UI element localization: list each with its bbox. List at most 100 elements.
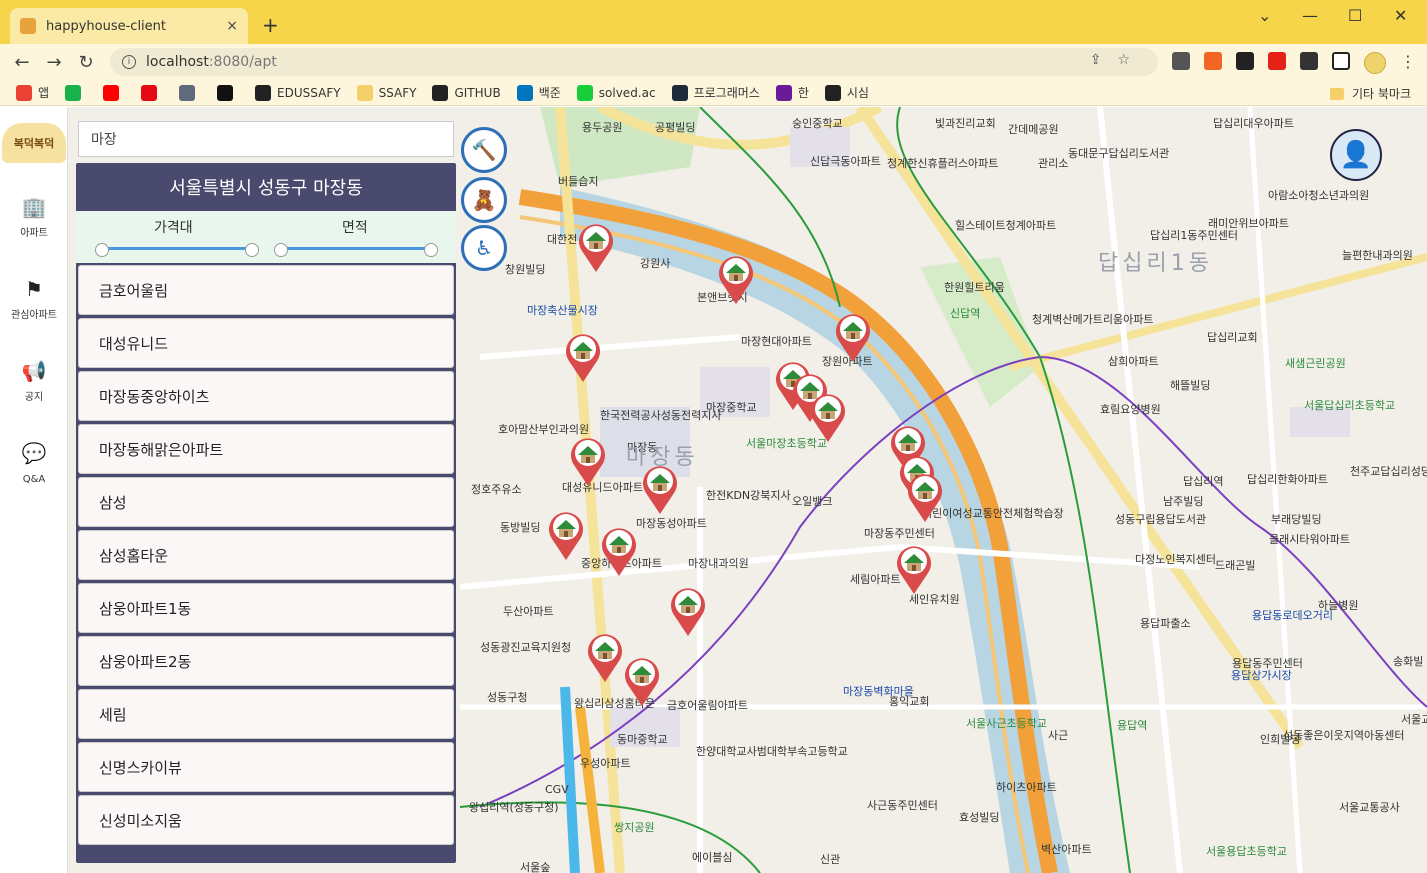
bookmark-item[interactable]	[217, 84, 239, 101]
bookmark-item[interactable]	[141, 84, 163, 101]
logo[interactable]: 복덕복덕	[2, 123, 66, 163]
browser-toolbar: ← → ↻ i localhost:8080/apt ⇪☆ ⋮	[0, 44, 1427, 80]
wheelchair-button[interactable]: ♿	[461, 225, 507, 271]
bookmark-item[interactable]: GITHUB	[432, 84, 501, 101]
bookmark-item[interactable]: 프로그래머스	[671, 84, 760, 101]
minimize-button[interactable]: —	[1302, 6, 1318, 25]
map-label: 드래곤빌	[1215, 559, 1256, 572]
search-input[interactable]: 마장	[78, 121, 454, 157]
apartment-map-marker[interactable]	[808, 391, 848, 443]
maximize-button[interactable]: ☐	[1348, 6, 1362, 25]
price-slider-min-handle[interactable]	[95, 243, 109, 257]
bookmark-item[interactable]	[179, 84, 201, 101]
price-slider[interactable]	[102, 247, 252, 250]
map-label: 한양대학교사범대학부속고등학교	[696, 745, 848, 758]
extension-icon[interactable]	[1268, 52, 1286, 70]
share-star-icon[interactable]: ⇪☆	[1090, 52, 1146, 68]
area-slider[interactable]	[281, 247, 431, 250]
menu-icon[interactable]: ⋮	[1400, 52, 1416, 74]
apartment-map-marker[interactable]	[576, 221, 616, 273]
chat-icon: 💬	[21, 441, 47, 465]
bookmark-item[interactable]	[65, 84, 87, 101]
area-slider-min-handle[interactable]	[274, 243, 288, 257]
apartment-map-marker[interactable]	[622, 655, 662, 707]
hammer-button[interactable]: 🔨	[461, 127, 507, 173]
folder-icon	[1329, 87, 1344, 100]
apartment-list-item[interactable]: 신명스카이뷰	[78, 742, 454, 792]
apartment-map-marker[interactable]	[894, 543, 934, 595]
chevron-down-icon[interactable]: ⌄	[1258, 6, 1271, 25]
apartment-map-marker[interactable]	[546, 509, 586, 561]
app-root: 용두공원 공평빌딩 숭인중학교 빛과진리교회 간데메공원 답십리대우아파트 신답극동아파트 청…	[0, 107, 1427, 873]
map-label: 청계한신휴플러스아파트	[887, 157, 999, 170]
apartment-list-item[interactable]: 삼웅아파트1동	[78, 583, 454, 633]
bookmark-other-label: 기타 북마크	[1351, 87, 1411, 101]
bookmark-item[interactable]	[103, 84, 125, 101]
map-label: 아람소아청소년과의원	[1268, 189, 1370, 202]
apartment-list-item[interactable]: 금호어울림	[78, 265, 454, 315]
bookmark-label: 한	[797, 86, 809, 100]
bookmark-icon	[65, 84, 82, 101]
browser-tab[interactable]: happyhouse-client ×	[10, 8, 248, 44]
apartment-map-marker[interactable]	[716, 253, 756, 305]
puzzle-icon[interactable]	[1300, 52, 1318, 70]
extension-icon[interactable]	[1204, 52, 1222, 70]
reload-icon[interactable]: ↻	[70, 52, 102, 73]
apartment-list-item[interactable]: 신성미소지움	[78, 795, 454, 845]
bookmark-item[interactable]: solved.ac	[576, 84, 656, 101]
apartment-map-marker[interactable]	[563, 331, 603, 383]
bookmark-icon	[671, 84, 688, 101]
bookmark-item[interactable]: EDUSSAFY	[255, 84, 341, 101]
apartment-list-item[interactable]: 대성유니드	[78, 318, 454, 368]
close-window-button[interactable]: ✕	[1394, 6, 1407, 25]
profile-avatar[interactable]	[1364, 52, 1386, 74]
new-tab-button[interactable]: +	[262, 13, 279, 37]
area-slider-max-handle[interactable]	[424, 243, 438, 257]
apartment-map-marker[interactable]	[905, 471, 945, 523]
map-label: 숭인중학교	[792, 117, 843, 130]
apartment-list-item[interactable]: 마장동해맑은아파트	[78, 424, 454, 474]
user-profile-button[interactable]: 👤	[1330, 129, 1382, 181]
bookmark-item[interactable]: 한	[775, 84, 809, 101]
apartment-list-item[interactable]: 마장동중앙하이츠	[78, 371, 454, 421]
apartment-map-marker[interactable]	[668, 585, 708, 637]
apartment-map-marker[interactable]	[585, 631, 625, 683]
bookmark-item[interactable]: 시심	[824, 84, 869, 101]
sidebar-item-qna[interactable]: 💬 Q&A	[0, 441, 68, 486]
apartment-map-marker[interactable]	[599, 525, 639, 577]
apartment-list-item[interactable]: 삼웅아파트2동	[78, 636, 454, 686]
tab-close-icon[interactable]: ×	[226, 18, 238, 34]
extension-icon[interactable]	[1172, 52, 1190, 70]
map-label: CGV	[545, 783, 569, 796]
forward-arrow-icon[interactable]: →	[38, 52, 70, 73]
apartment-map-marker[interactable]	[640, 463, 680, 515]
bookmark-other[interactable]: 기타 북마크	[1329, 85, 1411, 102]
sidebar-item-notice[interactable]: 📢 공지	[0, 359, 68, 404]
map-label: 왕십리역(성동구청)	[469, 801, 559, 814]
apartment-list-item[interactable]: 삼성	[78, 477, 454, 527]
info-icon[interactable]: i	[122, 55, 136, 69]
district-label: 답십리1동	[1098, 251, 1213, 276]
apartment-map-marker[interactable]	[833, 311, 873, 363]
map-label: 송화빌	[1393, 655, 1424, 668]
bookmark-item[interactable]: SSAFY	[356, 84, 416, 101]
back-arrow-icon[interactable]: ←	[6, 52, 38, 73]
sidebar-item-favorites[interactable]: ⚑ 관심아파트	[0, 277, 68, 322]
apartment-list-item[interactable]: 세림	[78, 689, 454, 739]
map-label: 금호어울림아파트	[667, 699, 748, 712]
bookmark-item[interactable]: 백준	[516, 84, 561, 101]
price-slider-max-handle[interactable]	[245, 243, 259, 257]
download-icon[interactable]	[1236, 52, 1254, 70]
apartment-list-item[interactable]: 삼성홈타운	[78, 530, 454, 580]
map-label: 삼희아파트	[1108, 355, 1159, 368]
teddy-button[interactable]: 🧸	[461, 177, 507, 223]
map-label: 마장현대아파트	[741, 335, 812, 348]
bookmark-item[interactable]: 앱	[16, 84, 49, 101]
apartment-map-marker[interactable]	[568, 435, 608, 487]
map-label: 성동구청	[487, 691, 528, 704]
address-bar[interactable]: i localhost:8080/apt ⇪☆	[110, 48, 1158, 76]
sidebar-item-label: 아파트	[20, 228, 48, 239]
bookmark-icon	[356, 84, 373, 101]
sidebar-item-apartment[interactable]: 🏢 아파트	[0, 195, 68, 240]
sidebar-icon[interactable]	[1332, 52, 1350, 70]
